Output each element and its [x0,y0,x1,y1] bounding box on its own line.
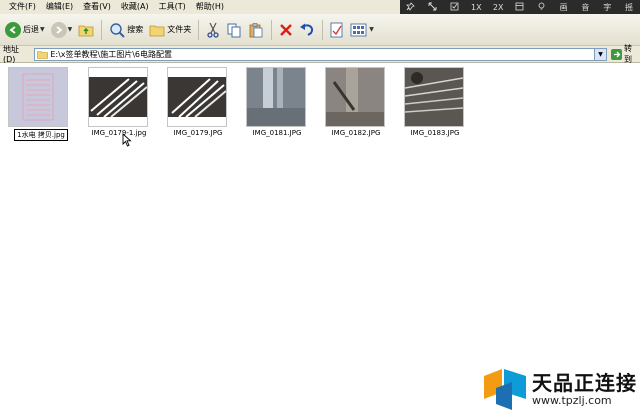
file-view: 1水电 拷贝.jpg IMG_0179-1.jpg IMG_0179.JPG I… [0,63,640,420]
file-item[interactable]: IMG_0179-1.jpg [88,67,150,137]
image-thumbnail-pipes [89,77,147,117]
checkbox-icon[interactable] [444,2,466,13]
search-button[interactable]: 搜索 [106,19,146,41]
zoom-1x-button[interactable]: 1X [465,3,487,12]
image-thumbnail-plan [9,68,67,126]
watermark-url: www.tpzlj.com [532,394,612,407]
file-item[interactable]: IMG_0183.JPG [404,67,466,137]
address-bar: 地址(D) E:\x签单教程\施工图片\6电路配置 ▼ 转到 [0,43,640,65]
image-thumbnail-wall [247,68,305,126]
audio-button[interactable]: 音 [575,2,597,13]
forward-button[interactable]: ▼ [48,19,76,41]
thumbnail[interactable] [167,67,227,127]
back-label: 后退 [23,25,39,34]
file-name[interactable]: IMG_0182.JPG [325,129,387,137]
file-item[interactable]: 1水电 拷贝.jpg [8,67,70,141]
watermark-title: 天品正连接 [532,371,637,395]
thumbnail[interactable] [8,67,68,127]
folders-button[interactable]: 文件夹 [146,19,194,41]
toolbar-separator [198,19,200,40]
forward-arrow-icon [50,21,67,38]
copy-icon [227,23,241,37]
zoom-2x-button[interactable]: 2X [487,3,509,12]
chevron-down-icon[interactable]: ▼ [369,26,374,33]
address-path: E:\x签单教程\施工图片\6电路配置 [50,49,173,59]
file-name[interactable]: IMG_0179.JPG [167,129,229,137]
menu-view[interactable]: 查看(V) [78,0,116,14]
file-name-edit[interactable]: 1水电 拷贝.jpg [14,129,68,141]
image-thumbnail-floor [405,68,463,126]
file-name[interactable]: IMG_0181.JPG [246,129,308,137]
pin-icon[interactable] [400,1,422,13]
mouse-cursor-icon [122,133,132,147]
thumbnail[interactable] [88,67,148,127]
cut-button[interactable] [203,19,223,41]
bulb-icon[interactable] [531,2,553,13]
brand-logo-icon [484,369,526,410]
toolbar-separator [322,19,324,40]
up-folder-button[interactable] [75,19,97,41]
menu-tools[interactable]: 工具(T) [154,0,191,14]
toolbar-separator [101,19,103,40]
chevron-down-icon[interactable]: ▼ [40,26,45,33]
scissors-icon [207,22,219,38]
menu-help[interactable]: 帮助(H) [191,0,229,14]
image-thumbnail-pipes [168,77,226,117]
camera-button[interactable]: 摇 [618,2,640,13]
undo-icon [300,23,314,36]
properties-button[interactable] [327,19,347,41]
watermark: 天品正连接 www.tpzlj.com [482,368,637,412]
up-folder-icon [78,25,94,36]
thumbnail[interactable] [246,67,306,127]
undo-button[interactable] [296,19,318,41]
file-item[interactable]: IMG_0181.JPG [246,67,308,137]
resize-icon[interactable] [422,2,444,13]
standard-toolbar: 后退 ▼ ▼ 搜索 文件夹 ▼ [0,14,640,46]
image-thumbnail-wall [326,68,384,126]
delete-button[interactable] [276,19,296,41]
thumbnail[interactable] [325,67,385,127]
folder-icon [149,25,165,36]
file-name[interactable]: IMG_0179-1.jpg [88,129,150,137]
file-item[interactable]: IMG_0182.JPG [325,67,387,137]
menu-favorites[interactable]: 收藏(A) [116,0,154,14]
go-label: 转到 [624,44,633,64]
chevron-down-icon[interactable]: ▼ [594,48,607,60]
go-button[interactable]: 转到 [611,43,640,65]
search-icon [110,22,125,38]
text-button[interactable]: 字 [596,2,618,13]
draw-button[interactable]: 画 [553,2,575,13]
watermark-text: 天品正连接 www.tpzlj.com [532,372,637,408]
delete-x-icon [280,23,293,36]
back-arrow-icon [5,21,21,38]
paste-button[interactable] [245,19,267,41]
paste-icon [249,22,263,37]
menu-list: 文件(F) 编辑(E) 查看(V) 收藏(A) 工具(T) 帮助(H) [0,0,229,14]
address-input[interactable]: E:\x签单教程\施工图片\6电路配置 ▼ [34,47,608,61]
menu-file[interactable]: 文件(F) [4,0,41,14]
folder-icon [37,50,49,59]
views-icon [350,23,367,36]
window-icon[interactable] [509,2,531,13]
menu-edit[interactable]: 编辑(E) [41,0,78,14]
toolbar-separator [271,19,273,40]
file-item[interactable]: IMG_0179.JPG [167,67,229,137]
thumbnail[interactable] [404,67,464,127]
properties-icon [330,22,343,37]
chevron-down-icon[interactable]: ▼ [68,26,73,33]
folders-label: 文件夹 [167,25,192,34]
views-button[interactable]: ▼ [347,19,377,41]
copy-button[interactable] [223,19,245,41]
go-arrow-icon [611,48,623,60]
file-name[interactable]: IMG_0183.JPG [404,129,466,137]
recorder-overlay-bar: 1X 2X 画 音 字 摇 [400,0,640,14]
back-button[interactable]: 后退 ▼ [2,19,48,41]
search-label: 搜索 [127,25,144,34]
address-label: 地址(D) [3,45,19,64]
